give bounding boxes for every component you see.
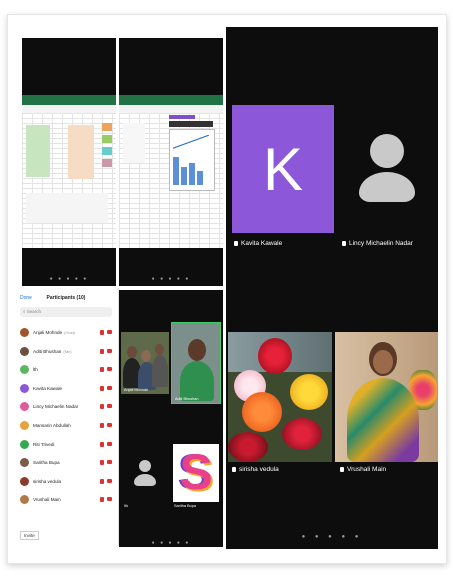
participant-name: sirisha vedula <box>232 466 279 473</box>
invite-button[interactable]: Invite <box>20 531 39 540</box>
mini-gallery: Anjali Mohnde Aditi Bhushan lth S Sarith… <box>119 290 223 547</box>
video-tile-sirisha[interactable] <box>228 332 332 462</box>
muted-mic-icon <box>100 330 104 335</box>
video-tile-logo[interactable]: S Saritha Bupa <box>171 438 221 510</box>
camera-off-icon <box>107 404 112 409</box>
participant-name: Lincy Michaelin Nadar <box>342 240 413 247</box>
muted-mic-icon <box>100 422 104 428</box>
muted-mic-icon <box>342 241 346 246</box>
participant-name: Vrushali Main <box>340 466 386 473</box>
avatar <box>20 420 29 430</box>
video-tile-active-speaker[interactable]: Aditi Bhushan <box>171 322 221 404</box>
screen-share-tile-2[interactable]: ● ● ● ● ● <box>119 38 223 286</box>
participant-row[interactable]: Lincy Michaelin Nadar <box>14 398 118 417</box>
participant-name: Anjali Mohnde <box>124 388 149 392</box>
muted-mic-icon <box>100 478 104 484</box>
muted-mic-icon <box>100 460 104 466</box>
avatar <box>20 346 29 356</box>
s-logo-icon: S <box>179 444 213 500</box>
search-input[interactable]: ⌕ Search <box>20 307 112 317</box>
participant-row[interactable]: Vrushali Main <box>14 491 118 510</box>
pager-dots: ● ● ● ● ● <box>151 540 191 546</box>
camera-off-icon <box>107 478 112 483</box>
camera-off-icon <box>107 330 112 334</box>
camera-off-icon <box>107 385 112 390</box>
muted-mic-icon <box>232 467 236 472</box>
screen-share-tile-1[interactable]: ● ● ● ● ● <box>22 38 116 286</box>
participant-name: Kavita Kawale <box>234 240 282 247</box>
participants-panel: Done Participants (10) ⌕ Search Anjali M… <box>14 288 119 546</box>
muted-mic-icon <box>100 404 104 410</box>
muted-mic-icon <box>100 367 104 373</box>
participant-name: lth <box>124 504 129 508</box>
avatar <box>20 365 29 375</box>
muted-mic-icon <box>100 385 104 391</box>
participant-row[interactable]: Aditi Bhushan (Me) <box>14 343 118 362</box>
participant-row[interactable]: Saritha Bupa <box>14 454 118 473</box>
participants-title: Participants (10) <box>46 295 86 301</box>
muted-mic-icon <box>100 497 104 503</box>
participant-name: Saritha Bupa <box>174 504 196 508</box>
camera-off-icon <box>107 497 112 502</box>
camera-off-icon <box>107 348 112 353</box>
video-tile-no-camera[interactable]: lth <box>121 438 169 510</box>
participant-name: Aditi Bhushan <box>175 397 199 401</box>
avatar <box>20 495 29 505</box>
avatar-tile-kavita[interactable]: K <box>232 105 334 233</box>
muted-mic-icon <box>100 441 104 447</box>
video-tile-group[interactable]: Anjali Mohnde <box>121 332 169 394</box>
participant-row[interactable]: Mansarin Abdullah <box>14 417 118 436</box>
avatar <box>20 458 29 468</box>
spreadsheet-preview <box>22 95 116 248</box>
pager-dots: ● ● ● ● ● <box>301 534 363 540</box>
pager-dots: ● ● ● ● ● <box>151 276 191 282</box>
avatar <box>20 476 29 486</box>
avatar <box>20 328 29 337</box>
person-icon <box>139 460 151 472</box>
camera-off-icon <box>107 367 112 372</box>
avatar-initial: K <box>262 136 304 203</box>
camera-off-icon <box>107 422 112 427</box>
participant-row[interactable]: Anjali Mohnde (Host) <box>14 324 118 343</box>
participant-row[interactable]: lth <box>14 361 118 380</box>
participant-row[interactable]: Kavita Kawale <box>14 380 118 399</box>
participants-list: Anjali Mohnde (Host) Aditi Bhushan (Me) lt… <box>14 324 118 510</box>
muted-mic-icon <box>234 241 238 246</box>
avatar <box>20 402 29 412</box>
camera-off-icon <box>107 441 112 446</box>
participant-row[interactable]: sirisha vedula <box>14 473 118 492</box>
camera-off-icon <box>107 460 112 465</box>
avatar <box>20 439 29 449</box>
video-tile-vrushali[interactable] <box>335 332 438 462</box>
spreadsheet-chart-preview <box>119 95 223 248</box>
muted-mic-icon <box>340 467 344 472</box>
participants-header: Done Participants (10) <box>14 292 118 304</box>
pager-dots: ● ● ● ● ● <box>49 276 89 282</box>
person-icon <box>370 134 404 168</box>
muted-mic-icon <box>100 348 104 354</box>
participant-row[interactable]: Riti Trivedi <box>14 436 118 455</box>
avatar <box>20 383 29 393</box>
